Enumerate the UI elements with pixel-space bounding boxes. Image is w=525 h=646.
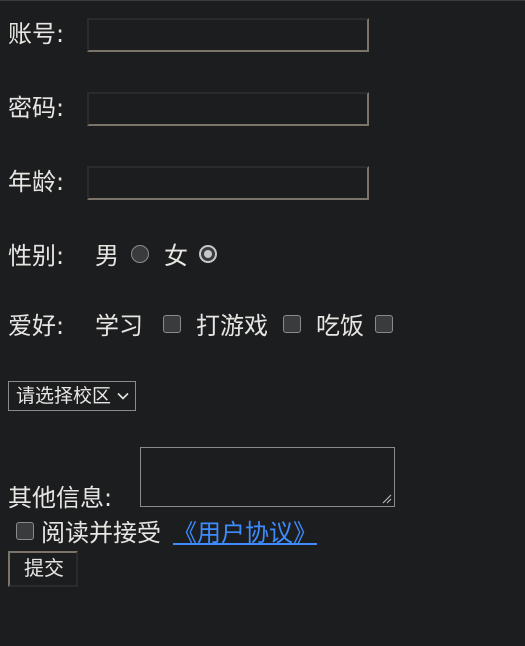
hobby-label: 爱好: [8, 312, 65, 340]
hobby-study-label: 学习 [95, 312, 143, 340]
other-info-label: 其他信息: [8, 484, 113, 512]
password-input[interactable] [87, 92, 369, 126]
gender-label: 性别: [8, 242, 65, 270]
campus-select-value: 请选择校区 [16, 385, 112, 407]
submit-button[interactable]: 提交 [8, 551, 78, 587]
password-label: 密码: [8, 94, 65, 122]
hobby-gaming-checkbox[interactable] [283, 315, 301, 333]
resize-grip-icon[interactable] [382, 494, 392, 504]
gender-option-female-label: 女 [164, 242, 188, 270]
gender-female-radio[interactable] [199, 245, 217, 263]
account-input[interactable] [87, 18, 369, 52]
agree-checkbox[interactable] [16, 522, 34, 540]
gender-option-male-label: 男 [95, 242, 119, 270]
account-label: 账号: [8, 20, 65, 48]
hobby-gaming-label: 打游戏 [196, 312, 268, 340]
hobby-eating-checkbox[interactable] [375, 315, 393, 333]
campus-select[interactable]: 请选择校区 [8, 381, 137, 411]
other-info-textarea[interactable] [140, 447, 395, 507]
gender-male-radio[interactable] [131, 245, 149, 263]
hobby-eating-label: 吃饭 [316, 312, 364, 340]
chevron-down-icon [117, 392, 129, 400]
age-label: 年龄: [8, 168, 65, 196]
age-input[interactable] [87, 166, 369, 200]
agree-text: 阅读并接受 [41, 519, 161, 547]
hobby-study-checkbox[interactable] [163, 315, 181, 333]
user-agreement-link[interactable]: 《用户协议》 [173, 518, 317, 548]
